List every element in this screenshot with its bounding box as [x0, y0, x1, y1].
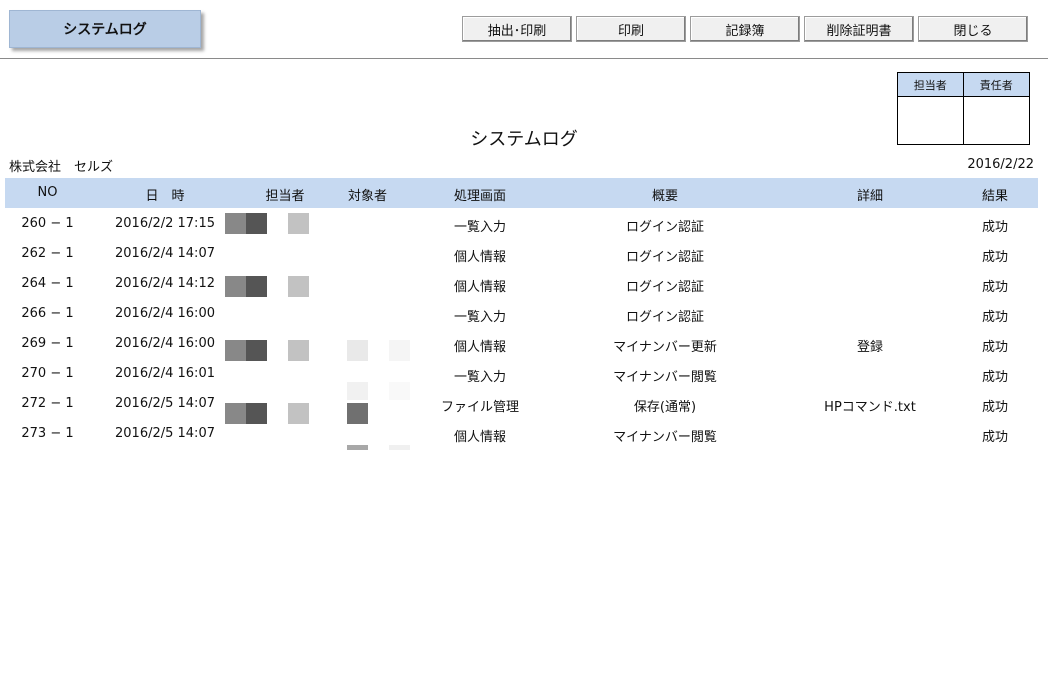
row-result: 成功: [981, 310, 1008, 325]
report-date: 2016/2/22: [967, 157, 1034, 172]
redacted-target-name: [389, 382, 410, 400]
row-no: 270 − 1: [21, 366, 74, 381]
row-datetime: 2016/2/5 14:07: [115, 426, 215, 441]
table-row[interactable]: 269 − 1 2016/2/4 16:00 個人情報 マイナンバー更新 登録 …: [5, 329, 1038, 359]
print-button[interactable]: 印刷: [576, 16, 686, 42]
toolbar: 抽出･印刷 印刷 記録簿 削除証明書 閉じる: [462, 16, 1028, 42]
table-row[interactable]: 260 − 1 2016/2/2 17:15 一覧入力 ログイン認証 成功: [5, 209, 1038, 239]
row-screen: 個人情報: [453, 280, 506, 295]
header-result: 結果: [981, 189, 1008, 204]
row-summary: マイナンバー更新: [613, 340, 717, 355]
redacted-user-name: [225, 213, 246, 234]
header-screen: 処理画面: [453, 189, 506, 204]
row-summary: マイナンバー閲覧: [613, 370, 717, 385]
row-datetime: 2016/2/4 16:00: [115, 336, 215, 351]
close-button[interactable]: 閉じる: [918, 16, 1028, 42]
redacted-user-name: [246, 340, 267, 361]
redacted-target-name: [347, 403, 368, 424]
row-screen: 個人情報: [453, 430, 506, 445]
record-book-button[interactable]: 記録簿: [690, 16, 800, 42]
row-result: 成功: [981, 370, 1008, 385]
window-title-tab: システムログ: [9, 10, 201, 48]
redacted-target-name: [347, 340, 368, 361]
redacted-user-name: [246, 403, 267, 424]
row-no: 260 − 1: [21, 216, 74, 231]
row-result: 成功: [981, 280, 1008, 295]
row-screen: 一覧入力: [453, 370, 506, 385]
redacted-user-name: [225, 276, 246, 297]
redacted-user-name: [288, 340, 309, 361]
row-datetime: 2016/2/2 17:15: [115, 216, 215, 231]
company-name: 株式会社 セルズ: [9, 160, 114, 175]
row-screen: 個人情報: [453, 250, 506, 265]
table-header: NO 日 時 担当者 対象者 処理画面 概要 詳細 結果: [5, 178, 1038, 208]
row-no: 269 − 1: [21, 336, 74, 351]
row-no: 272 − 1: [21, 396, 74, 411]
table-row[interactable]: 272 − 1 2016/2/5 14:07 ファイル管理 保存(通常) HPコ…: [5, 389, 1038, 419]
redacted-target-name: [389, 445, 410, 450]
row-result: 成功: [981, 220, 1008, 235]
row-summary: マイナンバー閲覧: [613, 430, 717, 445]
row-screen: 一覧入力: [453, 220, 506, 235]
row-summary: ログイン認証: [625, 250, 704, 265]
table-row[interactable]: 266 − 1 2016/2/4 16:00 一覧入力 ログイン認証 成功: [5, 299, 1038, 329]
row-detail: 登録: [856, 340, 883, 355]
window-title: システムログ: [63, 22, 147, 38]
row-datetime: 2016/2/4 14:12: [115, 276, 215, 291]
row-summary: 保存(通常): [633, 400, 697, 415]
deletion-certificate-button[interactable]: 削除証明書: [804, 16, 914, 42]
header-summary: 概要: [651, 189, 678, 204]
row-result: 成功: [981, 430, 1008, 445]
header-datetime: 日 時: [145, 189, 185, 204]
row-no: 266 − 1: [21, 306, 74, 321]
redacted-target-name: [347, 445, 368, 450]
report-title: システムログ: [470, 129, 578, 150]
redacted-target-name: [347, 382, 368, 400]
header-no: NO: [37, 185, 58, 200]
header-user: 担当者: [265, 189, 305, 204]
row-no: 264 − 1: [21, 276, 74, 291]
redacted-user-name: [225, 340, 246, 361]
redacted-user-name: [288, 403, 309, 424]
redacted-target-name: [389, 340, 410, 361]
stamp-label-tantousha: 担当者: [898, 73, 964, 97]
redacted-user-name: [288, 276, 309, 297]
header-divider: [0, 58, 1048, 59]
redacted-user-name: [246, 276, 267, 297]
table-row[interactable]: 262 − 1 2016/2/4 14:07 個人情報 ログイン認証 成功: [5, 239, 1038, 269]
extract-print-button[interactable]: 抽出･印刷: [462, 16, 572, 42]
header-detail: 詳細: [856, 189, 883, 204]
row-screen: 一覧入力: [453, 310, 506, 325]
table-row[interactable]: 270 − 1 2016/2/4 16:01 一覧入力 マイナンバー閲覧 成功: [5, 359, 1038, 389]
row-screen: 個人情報: [453, 340, 506, 355]
row-datetime: 2016/2/4 14:07: [115, 246, 215, 261]
table-row[interactable]: 264 − 1 2016/2/4 14:12 個人情報 ログイン認証 成功: [5, 269, 1038, 299]
row-summary: ログイン認証: [625, 280, 704, 295]
row-datetime: 2016/2/4 16:01: [115, 366, 215, 381]
row-datetime: 2016/2/4 16:00: [115, 306, 215, 321]
row-summary: ログイン認証: [625, 220, 704, 235]
row-no: 273 − 1: [21, 426, 74, 441]
row-datetime: 2016/2/5 14:07: [115, 396, 215, 411]
row-summary: ログイン認証: [625, 310, 704, 325]
row-result: 成功: [981, 340, 1008, 355]
redacted-user-name: [225, 403, 246, 424]
redacted-user-name: [288, 213, 309, 234]
row-screen: ファイル管理: [440, 400, 519, 415]
header-target: 対象者: [347, 189, 387, 204]
redacted-user-name: [246, 213, 267, 234]
row-result: 成功: [981, 250, 1008, 265]
table-row[interactable]: 273 − 1 2016/2/5 14:07 個人情報 マイナンバー閲覧 成功: [5, 419, 1038, 449]
stamp-label-sekininsha: 責任者: [963, 73, 1029, 97]
row-detail: HPコマンド.txt: [824, 400, 916, 415]
row-no: 262 − 1: [21, 246, 74, 261]
row-result: 成功: [981, 400, 1008, 415]
